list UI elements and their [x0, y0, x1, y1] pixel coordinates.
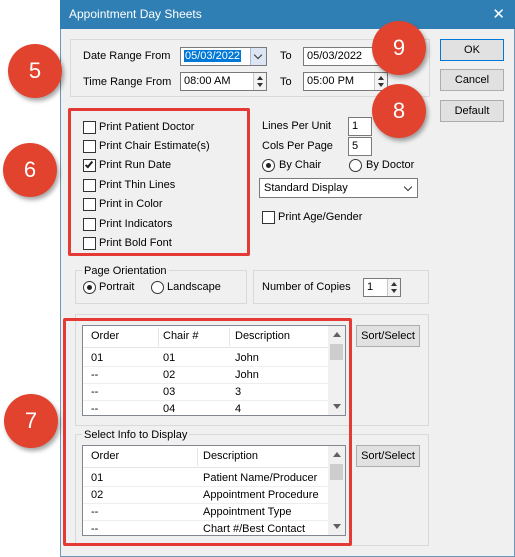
chevron-down-icon: [253, 50, 263, 60]
spin-up-icon: [378, 76, 384, 80]
time-range-from-label: Time Range From: [83, 76, 172, 88]
cols-per-page-field[interactable]: 5: [348, 137, 372, 156]
radio-button[interactable]: [151, 281, 164, 294]
by-doctor-label: By Doctor: [366, 159, 415, 171]
copies-spinner[interactable]: [387, 279, 400, 296]
copies-value: 1: [367, 281, 374, 293]
callout-badge-6: 6: [3, 143, 57, 197]
sort-select-button-chairs[interactable]: Sort/Select: [356, 325, 420, 347]
date-from-field[interactable]: 05/03/2022: [180, 47, 267, 66]
time-range-to-label: To: [280, 76, 292, 88]
time-from-spinner[interactable]: [253, 73, 266, 90]
callout-badge-9: 9: [372, 21, 426, 75]
sort-select-button-info[interactable]: Sort/Select: [356, 445, 420, 467]
window-title: Appointment Day Sheets: [69, 7, 202, 21]
title-bar[interactable]: Appointment Day Sheets ✕: [60, 0, 515, 29]
cancel-button[interactable]: Cancel: [440, 69, 504, 91]
callout-badge-5: 5: [8, 44, 62, 98]
landscape-label: Landscape: [167, 281, 221, 293]
display-style-value: Standard Display: [264, 182, 348, 194]
ok-button[interactable]: OK: [440, 39, 504, 61]
radio-button[interactable]: [349, 159, 362, 172]
by-chair-label: By Chair: [279, 159, 322, 171]
time-from-field[interactable]: 08:00 AM: [180, 72, 267, 91]
callout-badge-7: 7: [4, 394, 58, 448]
age-gender-label: Print Age/Gender: [278, 211, 363, 223]
chevron-down-icon: [403, 182, 413, 192]
lines-per-unit-field[interactable]: 1: [348, 117, 372, 136]
display-style-select[interactable]: Standard Display: [259, 178, 418, 198]
highlight-box-print-options: [68, 108, 250, 256]
date-to-value: 05/03/2022: [307, 50, 363, 62]
cols-per-page-label: Cols Per Page: [262, 140, 333, 152]
lines-per-unit-value: 1: [352, 120, 359, 132]
close-icon[interactable]: ✕: [492, 5, 505, 23]
time-to-value: 05:00 PM: [307, 75, 355, 87]
date-range-to-label: To: [280, 50, 292, 62]
radio-button-selected[interactable]: [83, 281, 96, 294]
date-from-value: 05/03/2022: [184, 50, 242, 62]
copies-label: Number of Copies: [262, 281, 351, 293]
portrait-label: Portrait: [99, 281, 135, 293]
default-button[interactable]: Default: [440, 100, 504, 122]
radio-dot-icon: [87, 285, 92, 290]
spin-down-icon: [378, 83, 384, 87]
checkbox[interactable]: [262, 211, 275, 224]
time-from-value: 08:00 AM: [184, 75, 231, 87]
callout-badge-8: 8: [372, 84, 426, 138]
copies-field[interactable]: 1: [363, 278, 401, 297]
spin-down-icon: [391, 289, 397, 293]
highlight-box-lists: [63, 318, 352, 546]
time-to-field[interactable]: 05:00 PM: [303, 72, 388, 91]
spin-up-icon: [257, 76, 263, 80]
radio-dot-icon: [266, 163, 271, 168]
spin-down-icon: [257, 83, 263, 87]
lines-per-unit-label: Lines Per Unit: [262, 120, 332, 132]
radio-button-selected[interactable]: [262, 159, 275, 172]
spin-up-icon: [391, 282, 397, 286]
page-orientation-label: Page Orientation: [82, 265, 169, 277]
cols-per-page-value: 5: [352, 140, 359, 152]
date-range-from-label: Date Range From: [83, 50, 171, 62]
date-picker-button[interactable]: [250, 48, 266, 65]
